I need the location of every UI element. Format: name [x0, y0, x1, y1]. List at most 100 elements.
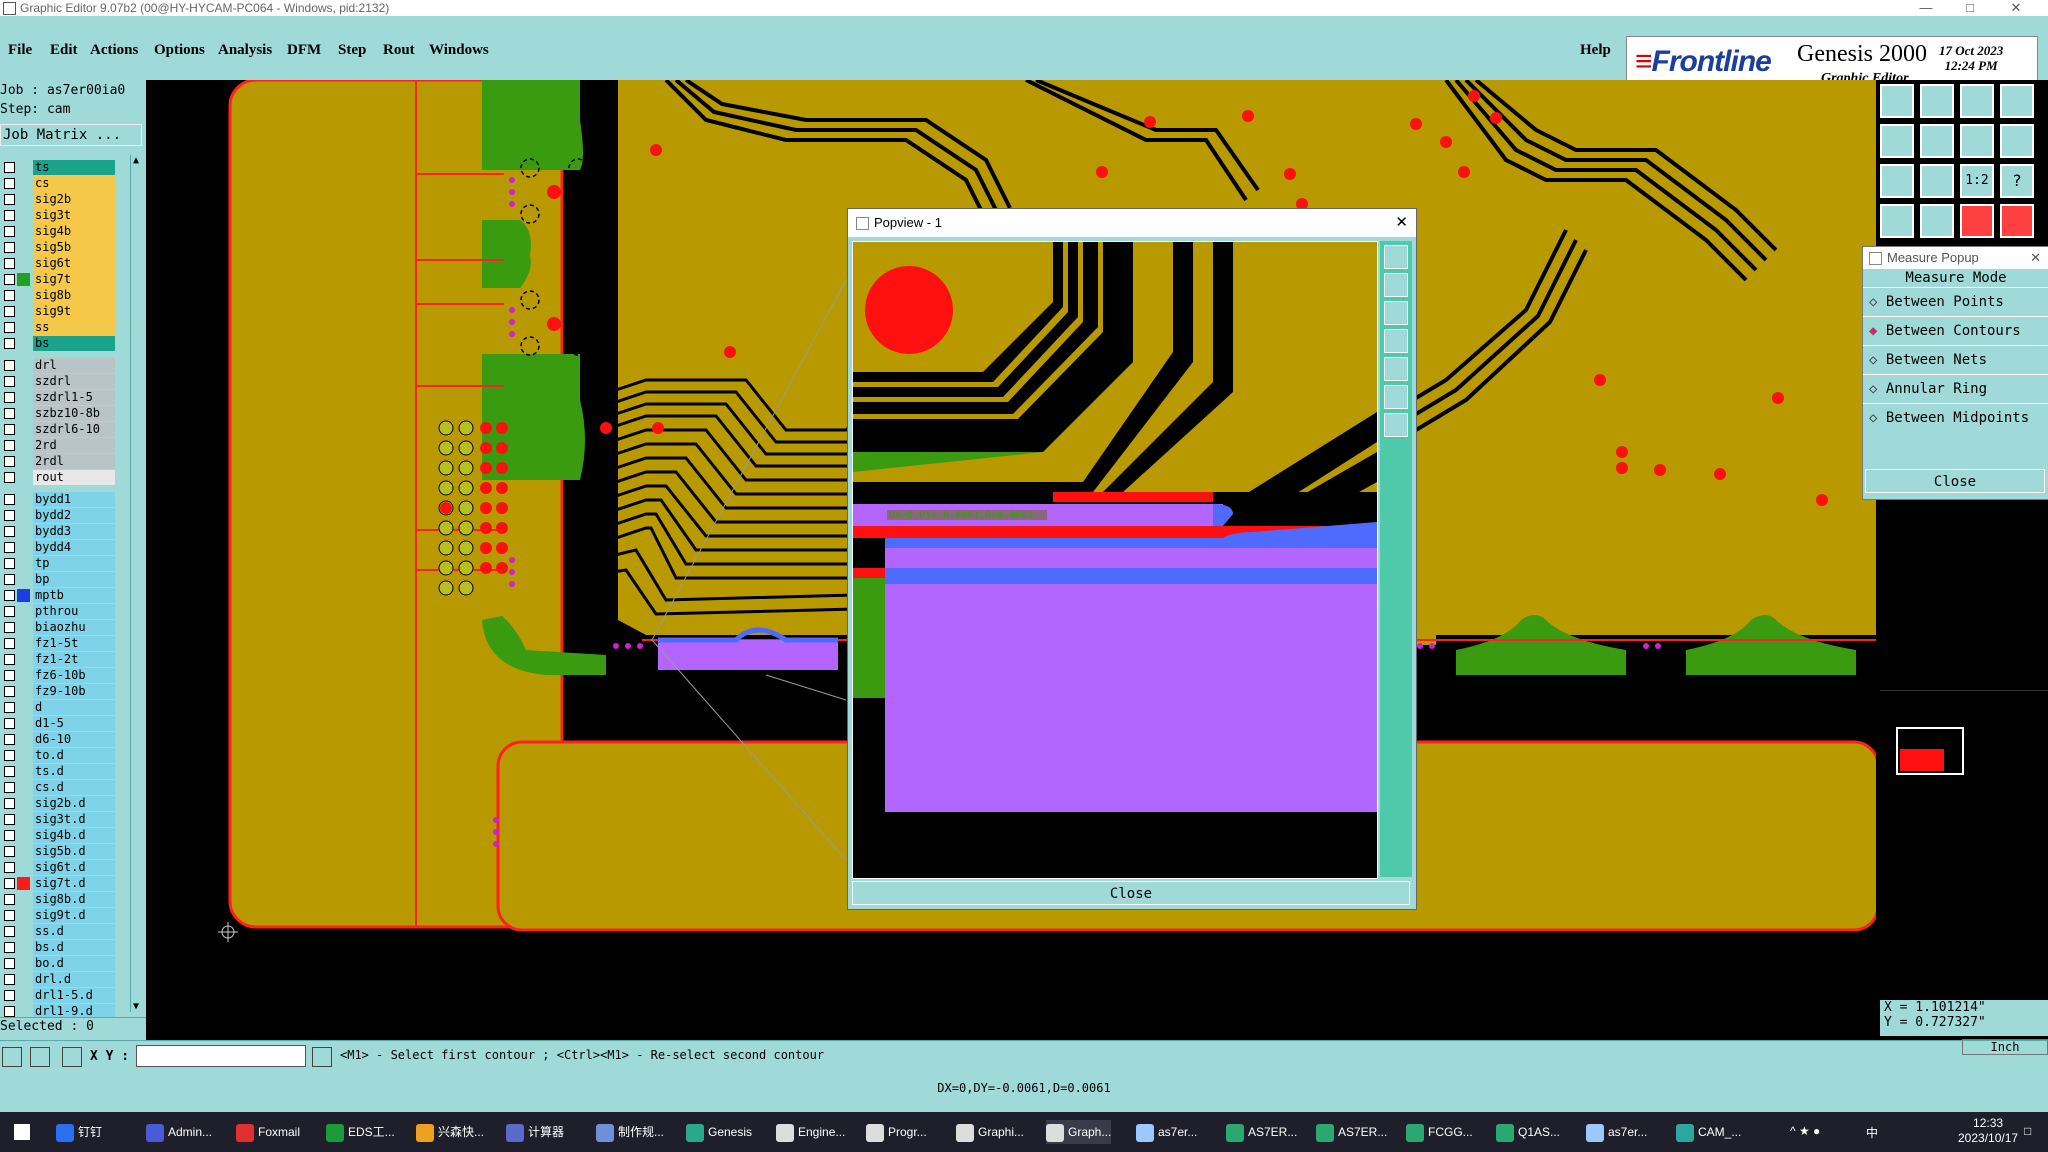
radio-selected-icon[interactable]: ◆ [1869, 323, 1886, 339]
layer-row[interactable]: 2rdl [0, 454, 116, 469]
popview-center-icon[interactable] [1384, 413, 1408, 437]
taskbar-app[interactable]: Admin... [146, 1120, 212, 1144]
layer-name[interactable]: sig3t [33, 208, 115, 223]
layer-checkbox[interactable] [4, 686, 15, 697]
layer-row[interactable]: sig4b [0, 224, 116, 239]
layer-checkbox[interactable] [4, 878, 15, 889]
layer-name[interactable]: sig4b [33, 224, 115, 239]
layer-checkbox[interactable] [4, 702, 15, 713]
layer-name[interactable]: cs.d [33, 780, 115, 795]
layer-checkbox[interactable] [4, 472, 15, 483]
radio-icon[interactable]: ◇ [1869, 381, 1886, 397]
menu-rout[interactable]: Rout [383, 42, 415, 59]
layer-name[interactable]: 2rdl [33, 454, 115, 469]
measure-mode-icon[interactable] [30, 1047, 50, 1067]
layer-checkbox[interactable] [4, 766, 15, 777]
layer-name[interactable]: sig5b.d [33, 844, 115, 859]
layer-checkbox[interactable] [4, 226, 15, 237]
layer-row[interactable]: fz1-2t [0, 652, 116, 667]
layer-color-swatch[interactable] [17, 877, 30, 890]
windows-start-icon[interactable] [14, 1124, 30, 1140]
layer-name[interactable]: sig4b.d [33, 828, 115, 843]
layer-name[interactable]: d [33, 700, 115, 715]
layer-row[interactable]: sig8b.d [0, 892, 116, 907]
layer-checkbox[interactable] [4, 942, 15, 953]
taskbar-app[interactable]: Progr... [866, 1120, 927, 1144]
layer-checkbox[interactable] [4, 408, 15, 419]
layer-checkbox[interactable] [4, 510, 15, 521]
measure-option[interactable]: ◇ Between Midpoints [1863, 403, 2048, 432]
layer-name[interactable]: d6-10 [33, 732, 115, 747]
layer-checkbox[interactable] [4, 376, 15, 387]
layer-name[interactable]: drl [33, 358, 115, 373]
layer-name[interactable]: bs.d [33, 940, 115, 955]
layer-row[interactable]: sig2b.d [0, 796, 116, 811]
taskbar-app[interactable]: CAM_... [1676, 1120, 1741, 1144]
layer-row[interactable]: cs.d [0, 780, 116, 795]
layer-row[interactable]: ss.d [0, 924, 116, 939]
layer-row[interactable]: ss [0, 320, 116, 335]
taskbar-app[interactable]: AS7ER... [1226, 1120, 1297, 1144]
pan-left-icon[interactable] [1880, 124, 1914, 158]
layer-name[interactable]: sig6t [33, 256, 115, 271]
layer-name[interactable]: sig7t [33, 272, 115, 287]
scroll-up-icon[interactable]: ▲ [133, 155, 139, 166]
layer-row[interactable]: sig4b.d [0, 828, 116, 843]
layer-scrollbar[interactable]: ▲ ▼ [130, 155, 145, 1012]
taskbar-app[interactable]: Engine... [776, 1120, 845, 1144]
xy-input[interactable] [136, 1045, 306, 1067]
layer-row[interactable]: mptb [0, 588, 116, 603]
system-tray-icons[interactable]: ^ ★ ● [1790, 1124, 1820, 1138]
layer-name[interactable]: bydd1 [33, 492, 115, 507]
layer-name[interactable]: ts [33, 160, 115, 175]
layer-name[interactable]: sig5b [33, 240, 115, 255]
layer-row[interactable]: bydd2 [0, 508, 116, 523]
layer-row[interactable]: sig9t.d [0, 908, 116, 923]
center-icon[interactable] [1920, 164, 1954, 198]
layer-row[interactable]: bp [0, 572, 116, 587]
layer-checkbox[interactable] [4, 990, 15, 1001]
scale-1-2-icon[interactable]: 1:2 [1960, 164, 1994, 198]
layer-checkbox[interactable] [4, 440, 15, 451]
layer-name[interactable]: to.d [33, 748, 115, 763]
measure-icon[interactable] [1960, 204, 1994, 238]
layer-checkbox[interactable] [4, 274, 15, 285]
layer-row[interactable]: d6-10 [0, 732, 116, 747]
layer-checkbox[interactable] [4, 958, 15, 969]
layer-checkbox[interactable] [4, 862, 15, 873]
layer-row[interactable]: szdrl6-10 [0, 422, 116, 437]
taskbar-app[interactable]: Graphi... [956, 1120, 1024, 1144]
layer-checkbox[interactable] [4, 494, 15, 505]
menu-file[interactable]: File [8, 42, 32, 59]
layer-name[interactable]: fz1-2t [33, 652, 115, 667]
layer-row[interactable]: ts.d [0, 764, 116, 779]
layer-name[interactable]: szdrl6-10 [33, 422, 115, 437]
layer-name[interactable]: cs [33, 176, 115, 191]
zoom-home-icon[interactable] [1880, 84, 1914, 118]
layer-checkbox[interactable] [4, 424, 15, 435]
layer-name[interactable]: ss.d [33, 924, 115, 939]
layer-name[interactable]: ts.d [33, 764, 115, 779]
layer-checkbox[interactable] [4, 360, 15, 371]
popview-zoom-icon[interactable] [1384, 245, 1408, 269]
popview-canvas[interactable]: DX=0,DY=-0.0061,D=0.0061 [852, 241, 1378, 879]
layer-checkbox[interactable] [4, 542, 15, 553]
layer-checkbox[interactable] [4, 178, 15, 189]
layer-name[interactable]: fz9-10b [33, 684, 115, 699]
taskbar-clock[interactable]: 12:33 2023/10/17 [1958, 1116, 2018, 1146]
radio-icon[interactable]: ◇ [1869, 352, 1886, 368]
mini-overview[interactable] [1880, 690, 2048, 787]
layer-name[interactable]: biaozhu [33, 620, 115, 635]
layer-row[interactable]: ts [0, 160, 116, 175]
measure-option[interactable]: ◇ Between Nets [1863, 345, 2048, 374]
layer-row[interactable]: bo.d [0, 956, 116, 971]
taskbar-app[interactable]: as7er... [1136, 1120, 1197, 1144]
layer-name[interactable]: sig9t.d [33, 908, 115, 923]
scroll-down-icon[interactable]: ▼ [133, 1001, 139, 1012]
layer-checkbox[interactable] [4, 526, 15, 537]
layer-row[interactable]: sig3t [0, 208, 116, 223]
layer-name[interactable]: drl1-5.d [33, 988, 115, 1003]
close-icon[interactable]: ✕ [1996, 0, 2036, 16]
popview-up-icon[interactable] [1384, 273, 1408, 297]
layer-checkbox[interactable] [4, 606, 15, 617]
